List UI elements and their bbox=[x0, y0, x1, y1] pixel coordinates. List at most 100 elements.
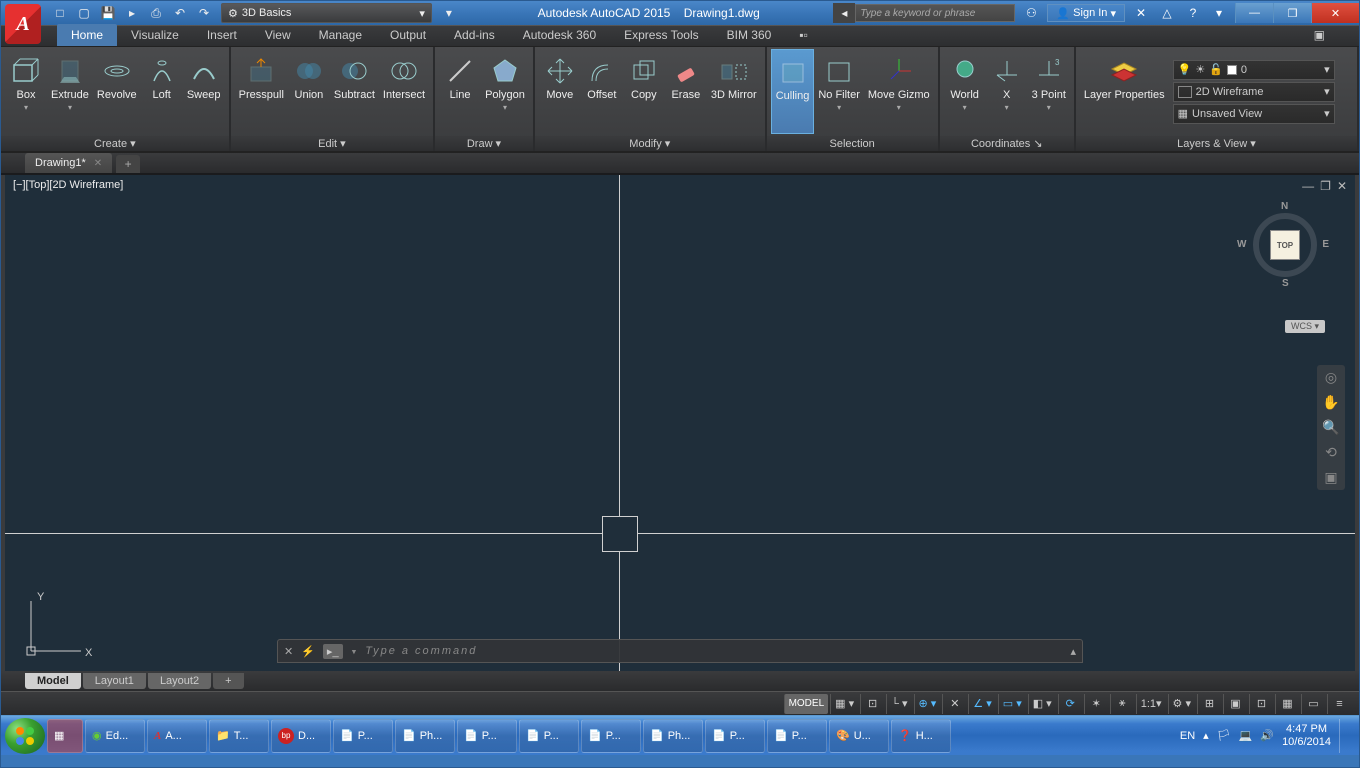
window-close-button[interactable]: ✕ bbox=[1311, 3, 1359, 23]
tool-offset[interactable]: Offset bbox=[581, 49, 623, 134]
tray-lang[interactable]: EN bbox=[1180, 730, 1195, 742]
tool-polygon[interactable]: Polygon▾ bbox=[481, 49, 529, 134]
tool-box[interactable]: Box▾ bbox=[5, 49, 47, 134]
qat-saveas-icon[interactable]: ▸ bbox=[121, 3, 143, 23]
tray-volume-icon[interactable]: 🔊 bbox=[1260, 729, 1274, 742]
show-desktop-button[interactable] bbox=[1339, 719, 1347, 753]
layout-add-button[interactable]: + bbox=[213, 673, 243, 689]
new-tab-button[interactable]: + bbox=[116, 155, 140, 173]
sb-polar-icon[interactable]: ⊕ ▾ bbox=[914, 694, 941, 714]
taskbar-item-13[interactable]: ❓H... bbox=[891, 719, 951, 753]
sb-lineweight-icon[interactable]: ▭ ▾ bbox=[998, 694, 1026, 714]
sb-grid-icon[interactable]: ▦ ▾ bbox=[830, 694, 858, 714]
tool-presspull[interactable]: Presspull bbox=[235, 49, 288, 134]
sb-ortho-icon[interactable]: └ ▾ bbox=[886, 694, 911, 714]
ribbon-minimize-icon[interactable]: ▣ bbox=[1300, 24, 1339, 46]
taskbar-item-11[interactable]: 📄P... bbox=[767, 719, 827, 753]
tray-arrow-icon[interactable]: ▴ bbox=[1203, 729, 1209, 742]
visual-style-dropdown[interactable]: 2D Wireframe▾ bbox=[1173, 82, 1335, 102]
qat-open-icon[interactable]: ▢ bbox=[73, 3, 95, 23]
autodesk360-icon[interactable]: △ bbox=[1157, 3, 1177, 23]
taskbar-item-12[interactable]: 🎨U... bbox=[829, 719, 889, 753]
vp-close-icon[interactable]: ✕ bbox=[1337, 179, 1347, 193]
sb-dynamic-icon[interactable]: ⚹ bbox=[1110, 694, 1134, 714]
tool-line[interactable]: Line bbox=[439, 49, 481, 134]
sb-workspace-icon[interactable]: ⊞ bbox=[1197, 694, 1221, 714]
panel-title-draw[interactable]: Draw ▾ bbox=[435, 136, 533, 151]
tool-culling[interactable]: Culling bbox=[771, 49, 815, 134]
workspace-selector[interactable]: ⚙ 3D Basics ▾ bbox=[221, 3, 432, 23]
viewcube-w[interactable]: W bbox=[1237, 239, 1246, 250]
nav-wheel-icon[interactable]: ◎ bbox=[1325, 369, 1337, 386]
tray-flag-icon[interactable]: 🏳 bbox=[1217, 729, 1231, 742]
tab-bim360[interactable]: BIM 360 bbox=[713, 24, 786, 46]
tray-clock[interactable]: 4:47 PM 10/6/2014 bbox=[1282, 723, 1331, 749]
viewcube[interactable]: TOP N S E W bbox=[1245, 205, 1325, 285]
tool-revolve[interactable]: Revolve bbox=[93, 49, 141, 134]
taskbar-pinned-1[interactable]: ▦ bbox=[47, 719, 83, 753]
cmd-expand-icon[interactable]: ▴ bbox=[1070, 645, 1076, 658]
tool-copy[interactable]: Copy bbox=[623, 49, 665, 134]
tool-erase[interactable]: Erase bbox=[665, 49, 707, 134]
cmd-customize-icon[interactable]: ⚡ bbox=[301, 645, 315, 658]
drawing-viewport[interactable]: [−][Top][2D Wireframe] — ❐ ✕ TOP N S E W… bbox=[1, 175, 1359, 671]
tab-visualize[interactable]: Visualize bbox=[117, 24, 193, 46]
nav-showmotion-icon[interactable]: ▣ bbox=[1324, 469, 1337, 486]
tab-autodesk360[interactable]: Autodesk 360 bbox=[509, 24, 610, 46]
sb-units-icon[interactable]: ⊡ bbox=[1249, 694, 1273, 714]
tray-network-icon[interactable]: 💻 bbox=[1239, 729, 1253, 742]
taskbar-item-8[interactable]: 📄P... bbox=[581, 719, 641, 753]
tool-nofilter[interactable]: No Filter▾ bbox=[814, 49, 864, 134]
viewcube-face[interactable]: TOP bbox=[1270, 230, 1300, 260]
sb-hardware-icon[interactable]: ▦ bbox=[1275, 694, 1299, 714]
panel-title-create[interactable]: Create ▾ bbox=[1, 136, 229, 151]
tool-sweep[interactable]: Sweep bbox=[183, 49, 225, 134]
taskbar-item-9[interactable]: 📄Ph... bbox=[643, 719, 703, 753]
tool-loft[interactable]: Loft bbox=[141, 49, 183, 134]
tab-insert[interactable]: Insert bbox=[193, 24, 251, 46]
cmd-close-icon[interactable]: ✕ bbox=[284, 645, 293, 658]
panel-title-edit[interactable]: Edit ▾ bbox=[231, 136, 433, 151]
taskbar-item-10[interactable]: 📄P... bbox=[705, 719, 765, 753]
qat-save-icon[interactable]: 💾 bbox=[97, 3, 119, 23]
tab-home[interactable]: Home bbox=[57, 24, 117, 46]
sb-annoscale-icon[interactable]: ⚙ ▾ bbox=[1168, 694, 1195, 714]
tool-subtract[interactable]: Subtract bbox=[330, 49, 379, 134]
taskbar-item-6[interactable]: 📄P... bbox=[457, 719, 517, 753]
window-maximize-button[interactable]: ❐ bbox=[1273, 3, 1311, 23]
taskbar-item-3[interactable]: bpD... bbox=[271, 719, 331, 753]
tool-3point[interactable]: 33 Point▾ bbox=[1028, 49, 1070, 134]
tool-move[interactable]: Move bbox=[539, 49, 581, 134]
file-tab-drawing1[interactable]: Drawing1*✕ bbox=[25, 153, 112, 173]
search-input[interactable]: Type a keyword or phrase bbox=[855, 4, 1015, 22]
tool-x-axis[interactable]: X▾ bbox=[986, 49, 1028, 134]
application-menu-button[interactable]: A bbox=[5, 4, 41, 44]
wcs-badge[interactable]: WCS ▾ bbox=[1285, 320, 1325, 333]
taskbar-item-7[interactable]: 📄P... bbox=[519, 719, 579, 753]
sb-transparency-icon[interactable]: ◧ ▾ bbox=[1028, 694, 1056, 714]
infocenter-icon[interactable]: ⚇ bbox=[1021, 3, 1041, 23]
tool-extrude[interactable]: Extrude▾ bbox=[47, 49, 93, 134]
qat-new-icon[interactable]: □ bbox=[49, 3, 71, 23]
search-prev-icon[interactable]: ◂ bbox=[833, 3, 855, 23]
start-button[interactable] bbox=[5, 718, 45, 754]
layout-1[interactable]: Layout1 bbox=[83, 673, 146, 689]
layout-model[interactable]: Model bbox=[25, 673, 81, 689]
tab-featured-apps[interactable]: ▪▫ bbox=[785, 24, 822, 46]
tab-view[interactable]: View bbox=[251, 24, 305, 46]
tool-movegizmo[interactable]: Move Gizmo▾ bbox=[864, 49, 934, 134]
tab-expresstools[interactable]: Express Tools bbox=[610, 24, 712, 46]
help-dropdown-icon[interactable]: ▾ bbox=[1209, 3, 1229, 23]
tab-addins[interactable]: Add-ins bbox=[440, 24, 509, 46]
nav-zoom-icon[interactable]: 🔍 bbox=[1322, 419, 1339, 436]
tab-output[interactable]: Output bbox=[376, 24, 440, 46]
sb-osnap-icon[interactable]: ✕ bbox=[942, 694, 966, 714]
viewport-label[interactable]: [−][Top][2D Wireframe] bbox=[13, 179, 123, 191]
sb-annomon-icon[interactable]: ▣ bbox=[1223, 694, 1247, 714]
sb-scale-button[interactable]: 1:1 ▾ bbox=[1136, 694, 1166, 714]
command-line[interactable]: ✕ ⚡ ▸_▾ Type a command ▴ bbox=[277, 639, 1083, 663]
qat-undo-icon[interactable]: ↶ bbox=[169, 3, 191, 23]
layer-dropdown[interactable]: 💡☀🔓0▾ bbox=[1173, 60, 1335, 80]
vp-maximize-icon[interactable]: ❐ bbox=[1320, 179, 1331, 193]
nav-pan-icon[interactable]: ✋ bbox=[1322, 394, 1339, 411]
